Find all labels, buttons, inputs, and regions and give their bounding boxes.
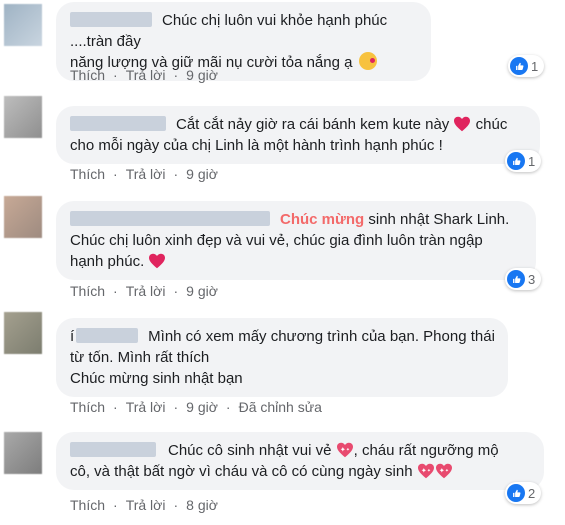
highlighted-text: Chúc mừng — [280, 211, 365, 228]
comment-text: Chúc chị luôn xinh đẹp và vui vẻ, chúc g… — [70, 232, 483, 249]
avatar[interactable] — [4, 196, 42, 238]
comment-bubble: Chúc cô sinh nhật vui vẻ , cháu rất ngưỡ… — [56, 432, 544, 490]
reaction-count[interactable]: 1 — [505, 150, 542, 172]
comment-actions: Thích · Trả lời · 9 giờ — [70, 166, 218, 182]
separator: · — [173, 497, 179, 513]
reaction-count[interactable]: 2 — [505, 482, 542, 504]
reaction-number: 3 — [528, 271, 536, 287]
comment-text: Chúc mừng sinh nhật bạn — [70, 370, 243, 387]
separator: · — [113, 399, 118, 415]
comment-text: cho mỗi ngày của chị Linh là một hành tr… — [70, 137, 443, 154]
commenter-name-blurred[interactable] — [70, 12, 152, 27]
comment-text: chúc — [475, 116, 508, 133]
separator: · — [113, 283, 118, 299]
like-link[interactable]: Thích — [70, 283, 105, 299]
separator: · — [173, 166, 179, 182]
separator: · — [113, 166, 118, 182]
avatar[interactable] — [4, 432, 42, 474]
comment-actions: Thích · Trả lời · 9 giờ — [70, 283, 218, 299]
comment-actions: Thích · Trả lời · 8 giờ — [70, 497, 218, 513]
reply-link[interactable]: Trả lời — [126, 166, 166, 182]
red-heart-icon — [148, 253, 166, 269]
like-thumb-icon — [507, 270, 525, 288]
comment-actions: Thích · Trả lời · 9 giờ · Đã chỉnh sửa — [70, 399, 322, 415]
separator: · — [173, 283, 179, 299]
timestamp[interactable]: 8 giờ — [186, 497, 218, 513]
avatar[interactable] — [4, 96, 42, 138]
reply-link[interactable]: Trả lời — [126, 67, 166, 83]
sparkling-heart-icon — [336, 442, 354, 458]
sparkling-heart-icon — [417, 463, 435, 479]
separator: · — [113, 67, 118, 83]
red-heart-icon — [453, 116, 471, 132]
reply-link[interactable]: Trả lời — [126, 399, 166, 415]
separator: · — [225, 399, 231, 415]
comment-bubble: í Mình có xem mấy chương trình của bạn. P… — [56, 318, 508, 397]
timestamp[interactable]: 9 giờ — [186, 399, 218, 415]
reaction-count[interactable]: 3 — [505, 268, 542, 290]
timestamp[interactable]: 9 giờ — [186, 283, 218, 299]
comment-text: Mình có xem mấy chương trình của bạn. Ph… — [148, 328, 495, 345]
kissing-face-icon — [358, 52, 377, 70]
comment-text: từ tốn. Mình rất thích — [70, 349, 210, 366]
reply-link[interactable]: Trả lời — [126, 283, 166, 299]
reply-link[interactable]: Trả lời — [126, 497, 166, 513]
avatar[interactable] — [4, 4, 42, 46]
separator: · — [173, 67, 179, 83]
edited-label[interactable]: Đã chỉnh sửa — [239, 399, 322, 415]
comment-bubble: Cắt cắt nảy giờ ra cái bánh kem kute này… — [56, 106, 540, 164]
comment-text: hạnh phúc. — [70, 253, 145, 270]
comment-actions: Thích · Trả lời · 9 giờ — [70, 67, 218, 83]
timestamp[interactable]: 9 giờ — [186, 166, 218, 182]
comment-text: Cắt cắt nảy giờ ra cái bánh kem kute này — [176, 116, 450, 133]
commenter-name-blurred[interactable] — [70, 442, 156, 457]
like-thumb-icon — [510, 57, 528, 75]
comment-bubble: Chúc mừng sinh nhật Shark Linh. Chúc chị… — [56, 201, 536, 280]
like-link[interactable]: Thích — [70, 399, 105, 415]
reaction-number: 1 — [531, 58, 539, 74]
reaction-number: 2 — [528, 485, 536, 501]
avatar[interactable] — [4, 312, 42, 354]
commenter-name-blurred[interactable] — [70, 211, 270, 226]
timestamp[interactable]: 9 giờ — [186, 67, 218, 83]
comment-text: sinh nhật Shark Linh. — [368, 211, 510, 228]
separator: · — [113, 497, 118, 513]
commenter-name-fragment[interactable]: í — [70, 328, 74, 345]
sparkling-heart-icon — [435, 463, 453, 479]
reaction-number: 1 — [528, 153, 536, 169]
like-link[interactable]: Thích — [70, 166, 105, 182]
reaction-count[interactable]: 1 — [508, 55, 545, 77]
comment-text: Chúc cô sinh nhật vui vẻ — [168, 442, 332, 459]
like-thumb-icon — [507, 152, 525, 170]
like-thumb-icon — [507, 484, 525, 502]
comment-text: cô, và thật bất ngờ vì cháu và cô có cùn… — [70, 463, 413, 480]
comment-text: , cháu rất ngưỡng mộ — [353, 442, 499, 459]
separator: · — [173, 399, 179, 415]
commenter-name-blurred[interactable] — [76, 328, 139, 343]
like-link[interactable]: Thích — [70, 497, 105, 513]
commenter-name-blurred[interactable] — [70, 116, 166, 131]
like-link[interactable]: Thích — [70, 67, 105, 83]
